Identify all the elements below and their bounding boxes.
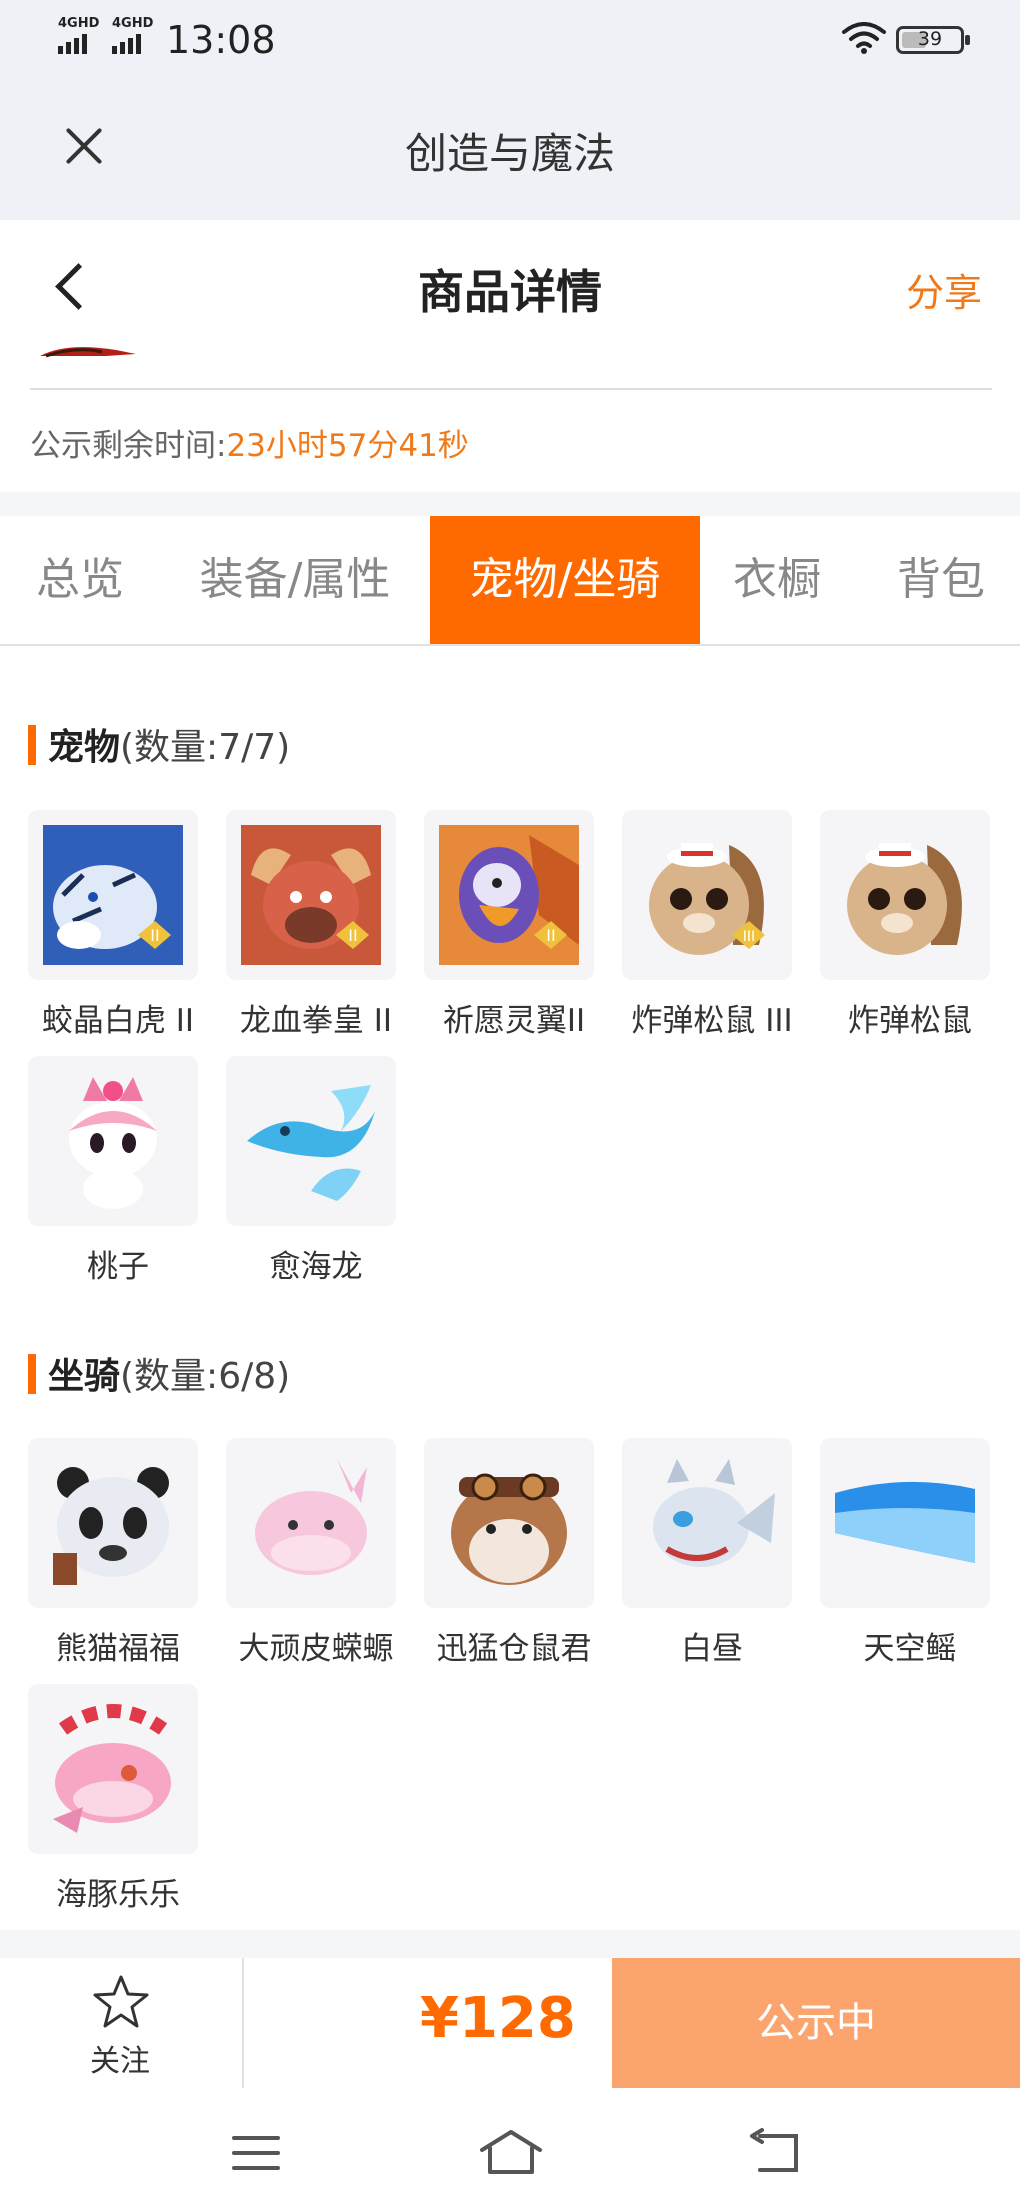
axolotl-icon <box>241 1453 381 1593</box>
section-name: 坐骑 <box>48 1356 121 1397</box>
bomb-squirrel-icon <box>835 825 975 965</box>
mount-tile <box>820 1438 990 1608</box>
divider <box>242 1958 244 2088</box>
signal-icon: 4GHD <box>112 16 153 54</box>
pet-name: 龙血拳皇 II <box>239 1003 393 1039</box>
share-button[interactable]: 分享 <box>906 262 982 317</box>
pet-tile <box>28 1056 198 1226</box>
sky-ray-icon <box>835 1453 975 1593</box>
section-gap <box>0 492 1020 516</box>
bomb-squirrel-icon: III <box>637 825 777 965</box>
mount-name: 白昼 <box>681 1631 743 1667</box>
app-header: 创造与魔法 <box>0 80 1020 220</box>
white-tiger-icon: II <box>43 825 183 965</box>
svg-text:III: III <box>743 929 755 945</box>
pet-name: 祈愿灵翼II <box>442 1003 586 1039</box>
battery-icon: 39 <box>896 26 970 54</box>
pet-tile: III <box>622 810 792 980</box>
network-type: 4GHD <box>112 16 154 31</box>
pet-name: 愈海龙 <box>269 1249 363 1285</box>
mount-name: 天空鳐 <box>863 1631 957 1667</box>
wifi-icon <box>842 22 886 54</box>
svg-text:II: II <box>546 926 555 945</box>
tab-pets-mounts[interactable]: 宠物/坐骑 <box>430 516 700 644</box>
image-remnant <box>40 347 136 358</box>
mount-tile <box>226 1438 396 1608</box>
status-bar: 4GHD 4GHD 13:08 39 <box>0 0 1020 80</box>
tab-bar: 总览 装备/属性 宠物/坐骑 衣橱 背包 <box>0 516 1020 646</box>
bottom-action-bar: 关注 ¥128 公示中 <box>0 1958 1020 2088</box>
battery-text: 39 <box>917 28 943 50</box>
mount-name: 熊猫福福 <box>56 1631 180 1667</box>
pets-section-title: 宠物(数量:7/7) <box>28 718 290 770</box>
divider <box>30 388 992 390</box>
tab-overview[interactable]: 总览 <box>0 516 160 644</box>
mount-tile <box>28 1684 198 1854</box>
mount-tile <box>622 1438 792 1608</box>
white-dragon-icon <box>637 1453 777 1593</box>
network-type: 4GHD <box>58 16 100 31</box>
notice-label: 公示剩余时间: <box>30 428 227 464</box>
tab-wardrobe[interactable]: 衣橱 <box>712 516 842 644</box>
svg-text:II: II <box>348 926 357 945</box>
signal-icon: 4GHD <box>58 16 99 54</box>
back-nav-icon[interactable] <box>748 2128 808 2178</box>
system-nav-bar <box>0 2088 1020 2210</box>
status-button[interactable]: 公示中 <box>612 1958 1020 2088</box>
pet-tile: II <box>28 810 198 980</box>
pet-name: 桃子 <box>87 1249 149 1285</box>
dolphin-icon <box>43 1699 183 1839</box>
spirit-wing-bird-icon: II <box>439 825 579 965</box>
pet-tile: II <box>226 810 396 980</box>
section-marker <box>28 1354 36 1394</box>
menu-icon[interactable] <box>226 2128 286 2178</box>
section-count: (数量:6/8) <box>120 1356 291 1397</box>
mount-name: 海豚乐乐 <box>56 1877 180 1913</box>
status-time: 13:08 <box>166 18 276 62</box>
pet-tile: II <box>424 810 594 980</box>
follow-button[interactable]: 关注 <box>60 1968 180 2079</box>
panda-icon <box>43 1453 183 1593</box>
mount-name: 迅猛仓鼠君 <box>436 1631 592 1667</box>
pet-tile <box>820 810 990 980</box>
page-header: 商品详情 分享 <box>0 220 1020 350</box>
dragon-fist-icon: II <box>241 825 381 965</box>
section-marker <box>28 725 36 765</box>
section-name: 宠物 <box>48 727 121 768</box>
notice-row: 公示剩余时间:23小时57分41秒 <box>30 420 469 465</box>
app-title: 创造与魔法 <box>404 129 615 178</box>
notice-countdown: 23小时57分41秒 <box>226 428 469 464</box>
star-icon <box>93 1975 149 2028</box>
pet-name: 炸弹松鼠 III <box>631 1003 793 1039</box>
mounts-section-title: 坐骑(数量:6/8) <box>28 1347 290 1399</box>
page-title: 商品详情 <box>418 265 602 319</box>
section-count: (数量:7/7) <box>120 727 291 768</box>
mount-name: 大顽皮蝾螈 <box>238 1631 394 1667</box>
mount-tile <box>28 1438 198 1608</box>
home-icon[interactable] <box>478 2128 544 2178</box>
price: ¥128 <box>420 1986 576 2051</box>
pet-name: 蛟晶白虎 II <box>41 1003 195 1039</box>
pink-fox-icon <box>43 1071 183 1211</box>
svg-text:II: II <box>150 926 159 945</box>
tab-equipment[interactable]: 装备/属性 <box>180 516 410 644</box>
follow-label: 关注 <box>90 2044 150 2079</box>
sea-dragon-icon <box>241 1071 381 1211</box>
section-gap <box>0 1930 1020 1958</box>
hamster-icon <box>439 1453 579 1593</box>
pet-tile <box>226 1056 396 1226</box>
tab-backpack[interactable]: 背包 <box>876 516 1006 644</box>
mount-tile <box>424 1438 594 1608</box>
pet-name: 炸弹松鼠 <box>848 1003 972 1039</box>
